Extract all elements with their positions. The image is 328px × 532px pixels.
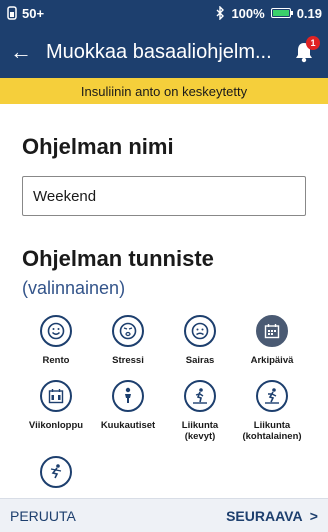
sick-icon xyxy=(184,315,216,347)
insulin-suspended-banner: Insuliinin anto on keskeytetty xyxy=(0,78,328,104)
program-name-input[interactable]: Weekend xyxy=(22,176,306,216)
main-content: Ohjelman nimi Weekend Ohjelman tunniste … xyxy=(0,104,328,498)
bluetooth-icon xyxy=(216,6,225,20)
optional-label: (valinnainen) xyxy=(22,278,126,298)
person-icon xyxy=(112,380,144,412)
tag-label: Sairas xyxy=(185,355,215,366)
tag-label: Rento xyxy=(42,355,70,366)
footer-bar: PERUUTA SEURAAVA > xyxy=(0,498,328,532)
next-button[interactable]: SEURAAVA > xyxy=(226,508,318,524)
tag-grid: Rento Stressi Sairas Arkipäivä Viikonlop… xyxy=(22,315,306,488)
status-right: 100% 0.19 xyxy=(215,6,322,21)
tag-label: Liikunta (kevyt) xyxy=(181,420,219,442)
banner-text: Insuliinin anto on keskeytetty xyxy=(80,83,248,99)
tag-label: Arkipäivä xyxy=(250,355,294,366)
exercise-intense-icon xyxy=(40,456,72,488)
cancel-button[interactable]: PERUUTA xyxy=(10,508,76,524)
smile-icon xyxy=(40,315,72,347)
tag-sick[interactable]: Sairas xyxy=(166,315,234,366)
notifications-button[interactable]: 1 xyxy=(290,36,320,66)
battery-percent: 100% xyxy=(231,5,265,21)
app-bar: ← Muokkaa basaaliohjelm... 1 xyxy=(0,26,328,78)
tag-weekday[interactable]: Arkipäivä xyxy=(238,315,306,366)
calendar-weekend-icon xyxy=(40,380,72,412)
program-name-heading: Ohjelman nimi xyxy=(22,134,174,159)
tag-weekend[interactable]: Viikonloppu xyxy=(22,380,90,442)
status-left: 50+ xyxy=(6,6,44,21)
notification-badge: 1 xyxy=(306,36,320,50)
stress-icon xyxy=(112,315,144,347)
tag-menstruation[interactable]: Kuukautiset xyxy=(94,380,162,442)
tag-label: Liikunta (kohtalainen) xyxy=(242,420,302,442)
battery-icon xyxy=(270,8,293,18)
reservoir-icon xyxy=(7,6,17,20)
tag-label: Kuukautiset xyxy=(100,420,156,431)
tag-exercise-intense[interactable] xyxy=(22,456,90,488)
back-arrow-icon[interactable]: ← xyxy=(10,39,38,65)
next-label: SEURAAVA xyxy=(226,507,303,524)
exercise-moderate-icon xyxy=(256,380,288,412)
insulin-on-board: 0.19 xyxy=(296,5,322,21)
tag-label: Stressi xyxy=(112,355,144,366)
tag-relaxed[interactable]: Rento xyxy=(22,315,90,366)
tag-label: Viikonloppu xyxy=(28,420,84,431)
program-name-value: Weekend xyxy=(33,187,97,205)
tag-exercise-moderate[interactable]: Liikunta (kohtalainen) xyxy=(238,380,306,442)
page-title: Muokkaa basaaliohjelm... xyxy=(46,40,272,63)
reservoir-level: 50+ xyxy=(22,5,45,21)
tag-stress[interactable]: Stressi xyxy=(94,315,162,366)
tag-exercise-light[interactable]: Liikunta (kevyt) xyxy=(166,380,234,442)
exercise-light-icon xyxy=(184,380,216,412)
calendar-icon xyxy=(256,315,288,347)
chevron-right-icon: > xyxy=(305,507,318,524)
program-tag-heading: Ohjelman tunniste xyxy=(22,246,214,271)
status-bar: 50+ 100% 0.19 xyxy=(0,0,328,26)
